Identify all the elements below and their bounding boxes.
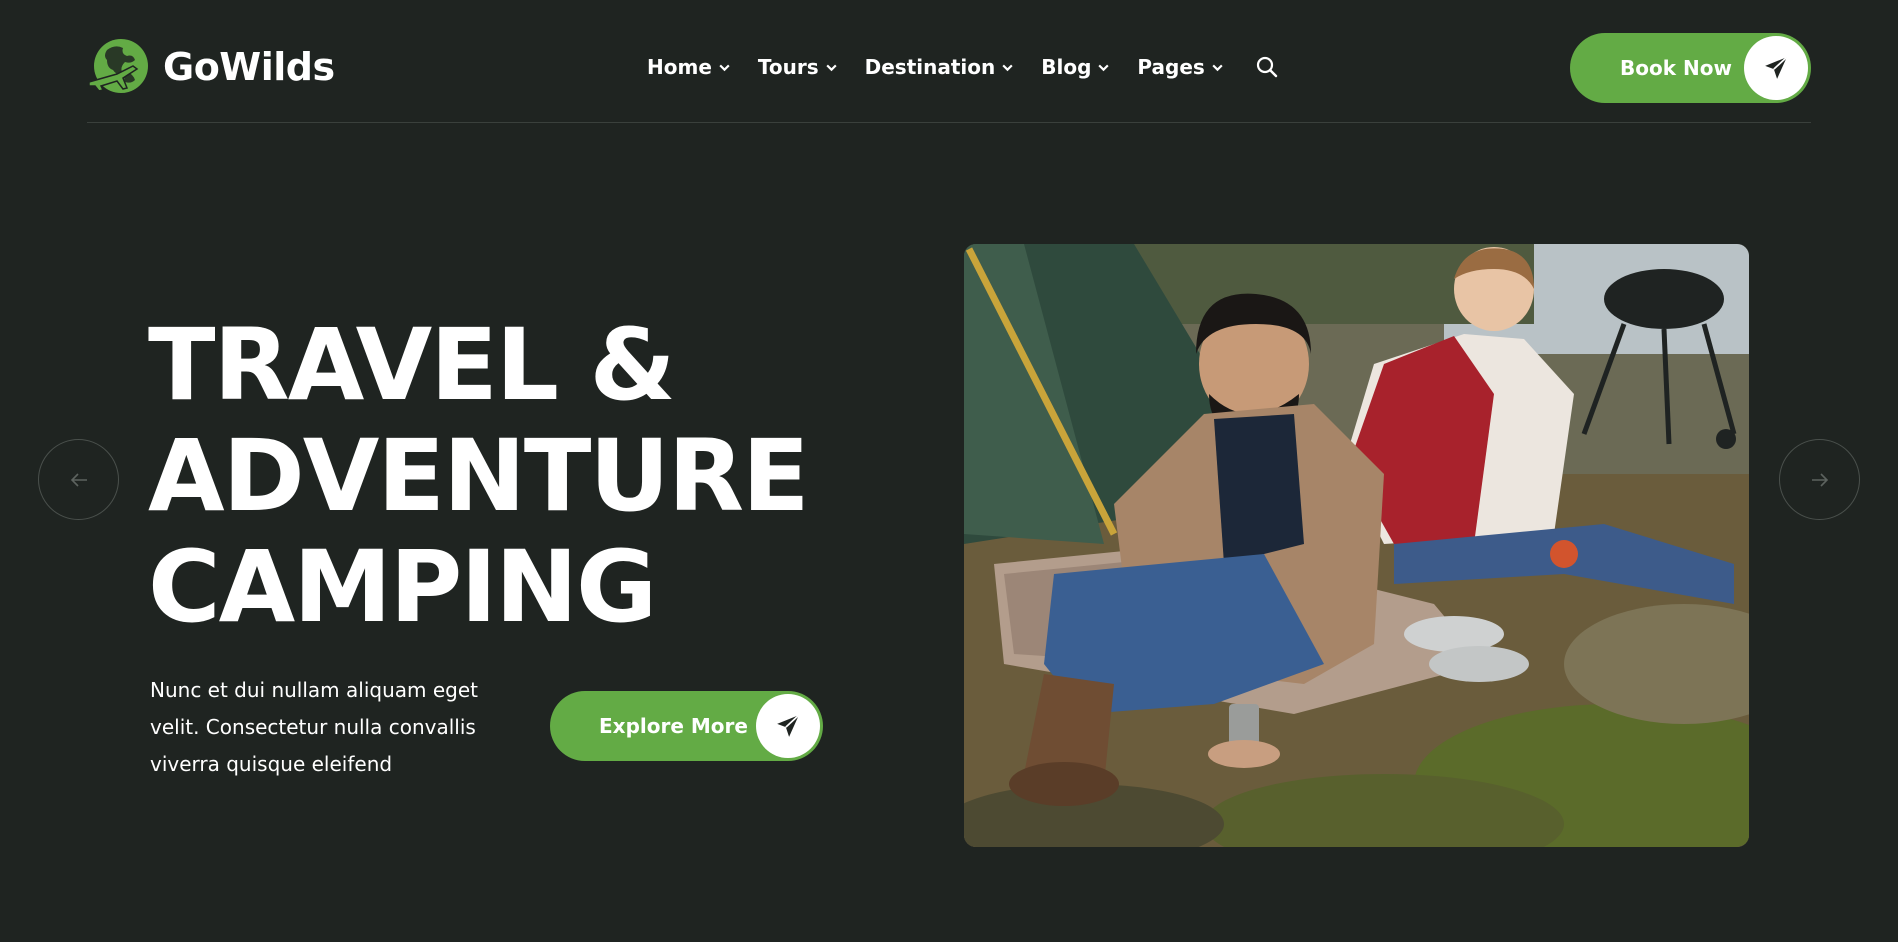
nav-item-destination[interactable]: Destination (865, 55, 1015, 79)
hero-title: TRAVEL & ADVENTURE CAMPING (148, 308, 810, 645)
chevron-down-icon (1098, 64, 1110, 71)
nav-item-blog[interactable]: Blog (1041, 55, 1110, 79)
chevron-down-icon (719, 64, 730, 71)
nav-item-label: Home (647, 55, 712, 79)
hero-title-line: CAMPING (148, 530, 657, 645)
book-now-button[interactable]: Book Now (1570, 33, 1811, 103)
paper-plane-icon (777, 714, 800, 737)
chevron-down-icon (1002, 64, 1013, 71)
explore-more-icon-circle (756, 694, 820, 758)
arrow-left-icon (70, 472, 87, 487)
nav-item-pages[interactable]: Pages (1137, 55, 1223, 79)
nav-item-label: Destination (864, 55, 996, 79)
arrow-right-icon (1811, 472, 1828, 487)
search-icon[interactable] (1255, 55, 1279, 79)
brand-name: GoWilds (163, 45, 335, 89)
chevron-down-icon (826, 64, 837, 71)
main-nav: Home Tours Destination Blog Pages (647, 50, 1279, 84)
chevron-down-icon (1212, 64, 1223, 71)
nav-item-label: Tours (757, 55, 819, 79)
slider-prev-button[interactable] (38, 439, 119, 520)
slider-next-button[interactable] (1779, 439, 1860, 520)
hero-title-line: TRAVEL & (148, 308, 676, 423)
nav-item-label: Pages (1137, 55, 1205, 79)
nav-item-label: Blog (1041, 55, 1092, 79)
paper-plane-icon (1765, 56, 1788, 79)
site-header: GoWilds Home Tours Destination Blog Page… (87, 0, 1811, 123)
hero-description: Nunc et dui nullam aliquam eget velit. C… (150, 678, 478, 776)
book-now-label: Book Now (1620, 56, 1732, 80)
explore-more-label: Explore More (599, 714, 748, 738)
explore-more-button[interactable]: Explore More (550, 691, 823, 761)
globe-logo-icon (88, 39, 148, 93)
hero-photo-couple-camping (964, 244, 1749, 847)
brand-logo[interactable]: GoWilds (87, 36, 335, 98)
book-now-icon-circle (1744, 36, 1808, 100)
nav-item-tours[interactable]: Tours (758, 55, 838, 79)
hero-title-line: ADVENTURE (148, 419, 810, 534)
nav-item-home[interactable]: Home (647, 55, 731, 79)
